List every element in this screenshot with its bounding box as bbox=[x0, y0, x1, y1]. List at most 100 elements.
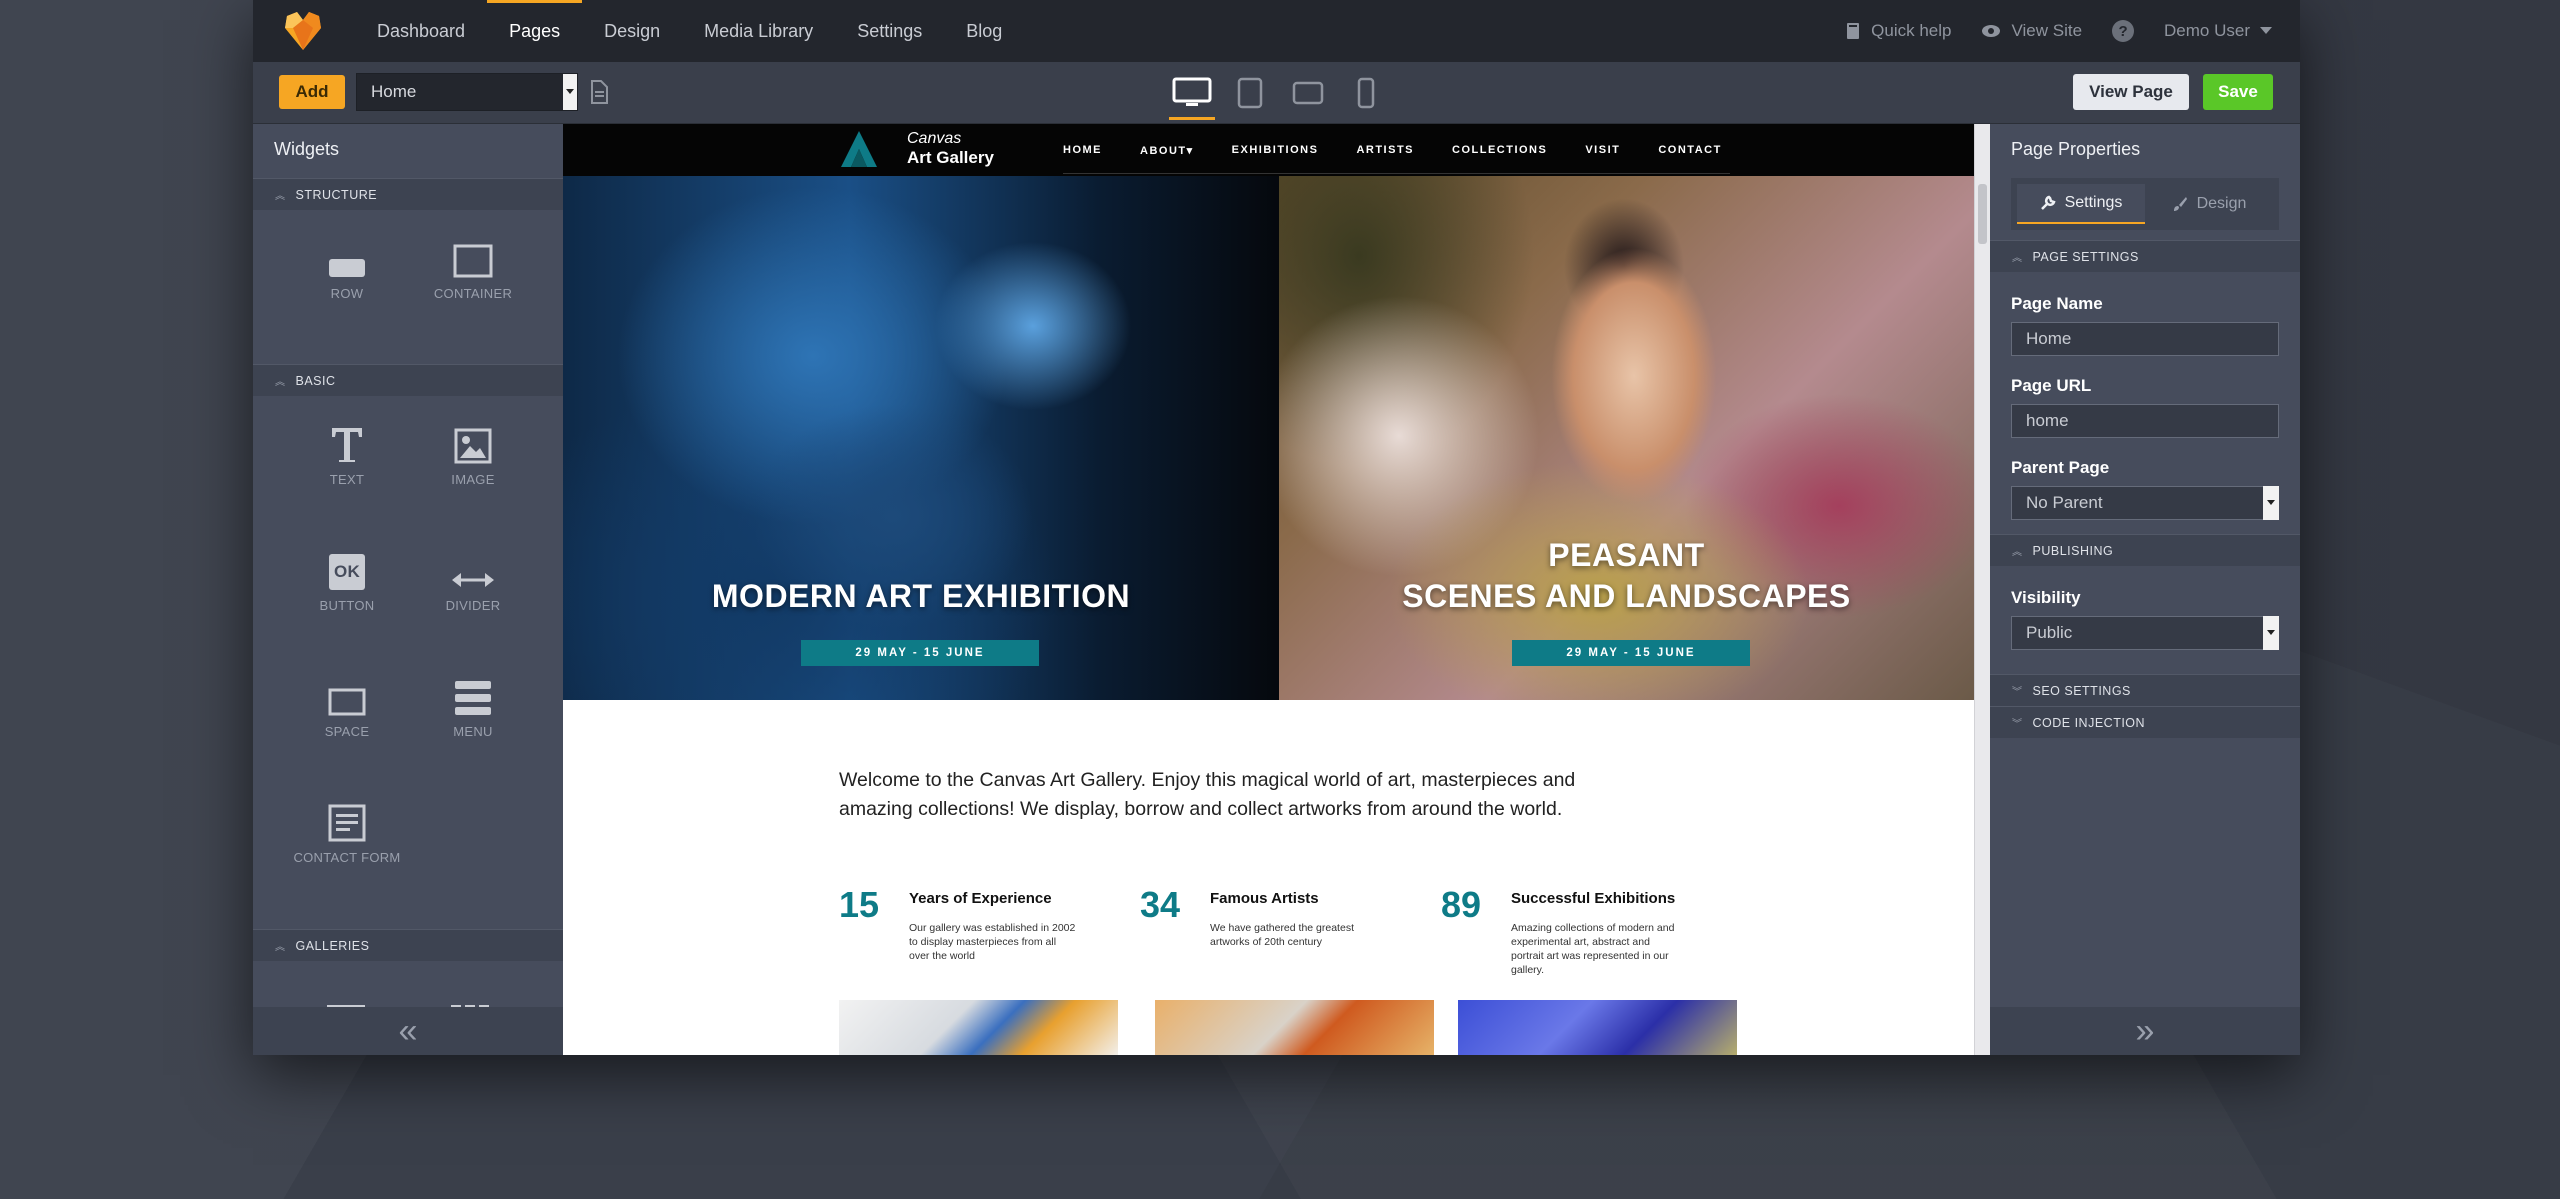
collapse-left-button[interactable]: « bbox=[253, 1007, 563, 1055]
builder-window: Dashboard Pages Design Media Library Set… bbox=[253, 0, 2300, 1055]
site-menu: HOME ABOUT▾ EXHIBITIONS ARTISTS COLLECTI… bbox=[1063, 124, 1760, 176]
section-galleries[interactable]: ︽ GALLERIES bbox=[253, 929, 563, 961]
page-select-caret-icon bbox=[563, 74, 577, 110]
widgets-panel: Widgets ︽ STRUCTURE ROW CONTAINER ︽ BASI… bbox=[253, 124, 563, 1055]
widget-menu[interactable]: MENU bbox=[413, 670, 533, 739]
page-url-input[interactable]: home bbox=[2011, 404, 2279, 438]
properties-tabs: Settings Design bbox=[2011, 178, 2279, 230]
site-menu-exhibitions[interactable]: EXHIBITIONS bbox=[1232, 144, 1319, 156]
hero-right-title-1: PEASANT bbox=[1548, 537, 1705, 573]
tablet-landscape-icon bbox=[1292, 81, 1324, 105]
section-publishing[interactable]: ︽ PUBLISHING bbox=[1990, 534, 2300, 566]
chevron-down-icon: ︾ bbox=[2012, 719, 2023, 730]
divider-icon bbox=[452, 573, 494, 587]
site-menu-about[interactable]: ABOUT▾ bbox=[1140, 144, 1194, 157]
brush-icon bbox=[2173, 197, 2187, 211]
section-page-settings[interactable]: ︽ PAGE SETTINGS bbox=[1990, 240, 2300, 272]
chevron-up-icon: ︽ bbox=[275, 191, 286, 202]
desktop-view-button[interactable] bbox=[1163, 62, 1221, 124]
tablet-icon bbox=[1237, 77, 1263, 109]
nav-blog[interactable]: Blog bbox=[944, 0, 1024, 62]
tablet-view-button[interactable] bbox=[1221, 62, 1279, 124]
quick-help-label: Quick help bbox=[1871, 21, 1952, 40]
wrench-icon bbox=[2040, 195, 2056, 210]
widget-image[interactable]: IMAGE bbox=[413, 418, 533, 487]
widget-divider[interactable]: DIVIDER bbox=[413, 544, 533, 613]
button-icon: OK bbox=[329, 554, 365, 590]
widget-contact-form-label: CONTACT FORM bbox=[293, 850, 401, 865]
tab-design[interactable]: Design bbox=[2145, 184, 2273, 224]
collapse-right-button[interactable]: » bbox=[1990, 1007, 2300, 1055]
nav-design[interactable]: Design bbox=[582, 0, 682, 62]
stat-exhibitions-title: Successful Exhibitions bbox=[1511, 890, 1676, 907]
site-menu-collections[interactable]: COLLECTIONS bbox=[1452, 144, 1547, 156]
widget-divider-label: DIVIDER bbox=[445, 598, 501, 613]
canvas-scrollbar[interactable] bbox=[1974, 124, 1990, 1055]
page-select[interactable]: Home bbox=[356, 73, 578, 111]
nav-media-library[interactable]: Media Library bbox=[682, 0, 835, 62]
artwork-thumbnail[interactable] bbox=[839, 1000, 1118, 1055]
nav-pages[interactable]: Pages bbox=[487, 0, 583, 62]
nav-settings[interactable]: Settings bbox=[835, 0, 944, 62]
menu-icon bbox=[455, 681, 491, 715]
scrollbar-thumb[interactable] bbox=[1978, 184, 1987, 244]
view-page-button[interactable]: View Page bbox=[2073, 74, 2189, 110]
site-menu-contact[interactable]: CONTACT bbox=[1658, 144, 1721, 156]
site-menu-artists[interactable]: ARTISTS bbox=[1356, 144, 1414, 156]
section-code-injection[interactable]: ︾ CODE INJECTION bbox=[1990, 706, 2300, 738]
app-logo-icon[interactable] bbox=[281, 10, 325, 52]
site-logo[interactable]: Canvas Art Gallery bbox=[839, 127, 994, 171]
tablet-landscape-view-button[interactable] bbox=[1279, 62, 1337, 124]
widget-space[interactable]: SPACE bbox=[287, 670, 407, 739]
menu-divider bbox=[1063, 173, 1730, 174]
add-button[interactable]: Add bbox=[279, 75, 345, 109]
widget-contact-form[interactable]: CONTACT FORM bbox=[287, 796, 407, 865]
tab-design-label: Design bbox=[2196, 195, 2247, 212]
artwork-thumbnail[interactable] bbox=[1155, 1000, 1434, 1055]
site-menu-visit[interactable]: VISIT bbox=[1585, 144, 1620, 156]
site-header: Canvas Art Gallery HOME ABOUT▾ EXHIBITIO… bbox=[563, 124, 1974, 176]
save-button[interactable]: Save bbox=[2203, 74, 2273, 110]
stat-exhibitions-desc: Amazing collections of modern and experi… bbox=[1511, 922, 1675, 976]
stat-artists: 34 Famous Artists We have gathered the g… bbox=[1140, 884, 1380, 949]
help-button[interactable]: ? bbox=[2112, 20, 2135, 42]
page-copy-icon[interactable] bbox=[589, 80, 609, 109]
widget-text[interactable]: TEXT bbox=[287, 418, 407, 487]
quick-help-link[interactable]: Quick help bbox=[1845, 21, 1951, 41]
visibility-select[interactable]: Public bbox=[2011, 616, 2279, 650]
hero-left-title: MODERN ART EXHIBITION bbox=[711, 578, 1131, 614]
section-seo-settings[interactable]: ︾ SEO SETTINGS bbox=[1990, 674, 2300, 706]
text-icon bbox=[332, 428, 362, 462]
widget-button-label: BUTTON bbox=[319, 598, 375, 613]
welcome-text: Welcome to the Canvas Art Gallery. Enjoy… bbox=[839, 769, 1576, 820]
section-code-label: CODE INJECTION bbox=[2032, 715, 2146, 730]
parent-page-select[interactable]: No Parent bbox=[2011, 486, 2279, 520]
page-properties-panel: Page Properties Settings Design ︽ PAGE S… bbox=[1990, 124, 2300, 1055]
site-logo-line2: Art Gallery bbox=[907, 148, 994, 167]
widget-container[interactable]: CONTAINER bbox=[413, 232, 533, 301]
structure-widgets: ROW CONTAINER bbox=[253, 210, 563, 364]
widget-row[interactable]: ROW bbox=[287, 232, 407, 301]
hero-modern-art[interactable]: MODERN ART EXHIBITION 29 MAY - 15 JUNE bbox=[563, 176, 1279, 700]
page-url-value: home bbox=[2026, 411, 2069, 430]
tab-settings[interactable]: Settings bbox=[2017, 184, 2145, 224]
site-menu-home[interactable]: HOME bbox=[1063, 144, 1102, 156]
widget-button[interactable]: OK BUTTON bbox=[287, 544, 407, 613]
stat-years-number: 15 bbox=[839, 884, 880, 925]
section-structure[interactable]: ︽ STRUCTURE bbox=[253, 178, 563, 210]
view-site-label: View Site bbox=[2011, 21, 2083, 40]
site-logo-icon bbox=[841, 131, 877, 167]
view-site-link[interactable]: View Site bbox=[1981, 21, 2082, 41]
chevron-up-icon: ︽ bbox=[275, 942, 286, 953]
stat-artists-number: 34 bbox=[1140, 884, 1181, 925]
section-structure-label: STRUCTURE bbox=[295, 187, 378, 202]
hero-peasant-scenes[interactable]: PEASANT SCENES AND LANDSCAPES 29 MAY - 1… bbox=[1279, 176, 1974, 700]
page-name-input[interactable]: Home bbox=[2011, 322, 2279, 356]
mobile-view-button[interactable] bbox=[1337, 62, 1395, 124]
user-menu[interactable]: Demo User bbox=[2164, 21, 2272, 41]
nav-dashboard[interactable]: Dashboard bbox=[355, 0, 487, 62]
artwork-thumbnail[interactable] bbox=[1458, 1000, 1737, 1055]
page-canvas[interactable]: Canvas Art Gallery HOME ABOUT▾ EXHIBITIO… bbox=[563, 124, 1990, 1055]
section-basic[interactable]: ︽ BASIC bbox=[253, 364, 563, 396]
row-icon bbox=[329, 259, 365, 277]
